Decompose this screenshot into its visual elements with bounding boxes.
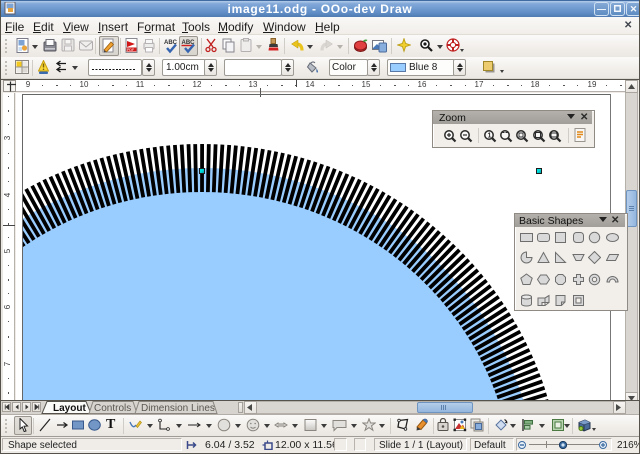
svg-text:PDF: PDF [127,48,135,52]
svg-text:1: 1 [488,132,492,139]
